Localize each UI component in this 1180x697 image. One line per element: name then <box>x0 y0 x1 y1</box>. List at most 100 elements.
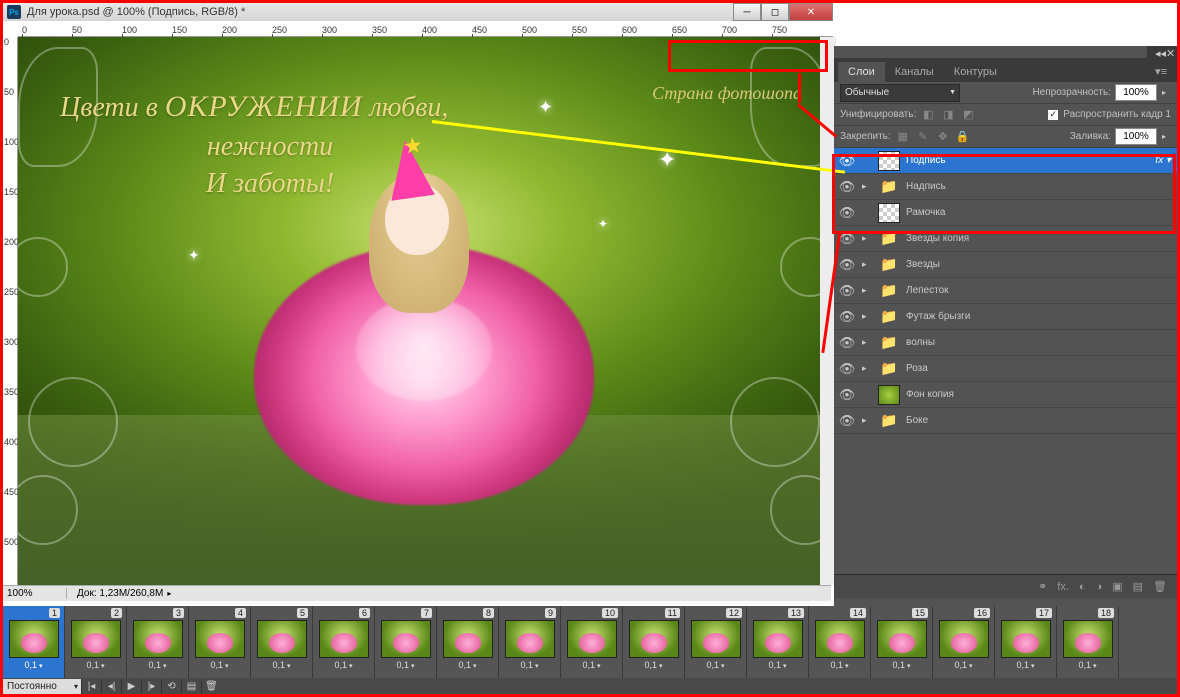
prev-frame-button[interactable]: ◂| <box>101 679 121 694</box>
delete-frame-button[interactable]: 🗑 <box>201 679 221 694</box>
animation-frame[interactable]: 140,1 <box>809 606 871 678</box>
new-layer-icon[interactable]: ▤ <box>1133 580 1143 593</box>
frame-delay[interactable]: 0,1 <box>623 660 684 670</box>
delete-layer-icon[interactable]: 🗑 <box>1153 580 1167 593</box>
animation-frame[interactable]: 100,1 <box>561 606 623 678</box>
propagate-checkbox[interactable]: ✓ <box>1047 109 1059 121</box>
frame-delay[interactable]: 0,1 <box>685 660 746 670</box>
panel-menu-icon[interactable]: ▾≡ <box>1145 61 1177 82</box>
frame-delay[interactable]: 0,1 <box>375 660 436 670</box>
expand-toggle-icon[interactable]: ▸ <box>862 337 872 348</box>
animation-frame[interactable]: 20,1 <box>65 606 127 678</box>
frame-delay[interactable]: 0,1 <box>747 660 808 670</box>
panel-collapse-icon[interactable]: ◂◂ <box>1155 47 1163 55</box>
frame-delay[interactable]: 0,1 <box>65 660 126 670</box>
panel-tabs: Слои Каналы Контуры ▾≡ <box>834 58 1177 82</box>
layer-row[interactable]: 👁▸📁Футаж брызги <box>834 304 1177 330</box>
lock-all-icon[interactable]: 🔒 <box>955 129 971 145</box>
layer-row[interactable]: 👁▸📁Боке <box>834 408 1177 434</box>
close-button[interactable]: ✕ <box>789 3 833 21</box>
layer-row[interactable]: 👁Фон копия <box>834 382 1177 408</box>
layer-row[interactable]: 👁▸📁волны <box>834 330 1177 356</box>
frame-thumbnail <box>691 620 741 658</box>
layer-row[interactable]: 👁▸📁Звезды <box>834 252 1177 278</box>
frame-thumbnail <box>629 620 679 658</box>
animation-frame[interactable]: 110,1 <box>623 606 685 678</box>
tab-paths[interactable]: Контуры <box>944 62 1007 82</box>
first-frame-button[interactable]: |◂ <box>81 679 101 694</box>
next-frame-button[interactable]: |▸ <box>141 679 161 694</box>
frame-delay[interactable]: 0,1 <box>3 660 64 670</box>
animation-frame[interactable]: 50,1 <box>251 606 313 678</box>
frame-delay[interactable]: 0,1 <box>809 660 870 670</box>
frame-thumbnail <box>71 620 121 658</box>
animation-frame[interactable]: 90,1 <box>499 606 561 678</box>
unify-visibility-icon[interactable]: ◨ <box>940 107 956 123</box>
panel-close-icon[interactable]: ✕ <box>1166 47 1174 55</box>
animation-frame[interactable]: 40,1 <box>189 606 251 678</box>
expand-toggle-icon[interactable]: ▸ <box>862 311 872 322</box>
frame-thumbnail <box>133 620 183 658</box>
animation-frame[interactable]: 10,1 <box>3 606 65 678</box>
frame-number: 4 <box>235 608 246 618</box>
animation-frame[interactable]: 70,1 <box>375 606 437 678</box>
visibility-toggle-icon[interactable]: 👁 <box>838 387 856 403</box>
photoshop-icon: Ps <box>7 5 21 19</box>
blend-mode-select[interactable]: Обычные <box>840 84 960 102</box>
lock-brush-icon[interactable]: ✎ <box>915 129 931 145</box>
animation-frame[interactable]: 80,1 <box>437 606 499 678</box>
expand-toggle-icon[interactable]: ▸ <box>862 259 872 270</box>
animation-frame[interactable]: 150,1 <box>871 606 933 678</box>
frame-delay[interactable]: 0,1 <box>933 660 994 670</box>
animation-frame[interactable]: 180,1 <box>1057 606 1119 678</box>
new-group-icon[interactable]: ▣ <box>1112 580 1122 593</box>
animation-frame[interactable]: 160,1 <box>933 606 995 678</box>
animation-frame[interactable]: 130,1 <box>747 606 809 678</box>
fill-input[interactable]: 100% <box>1115 128 1157 145</box>
frame-delay[interactable]: 0,1 <box>995 660 1056 670</box>
frame-delay[interactable]: 0,1 <box>1057 660 1118 670</box>
expand-toggle-icon[interactable]: ▸ <box>862 415 872 426</box>
zoom-level[interactable]: 100% <box>3 588 67 599</box>
play-button[interactable]: ▶ <box>121 679 141 694</box>
animation-frame[interactable]: 170,1 <box>995 606 1057 678</box>
animation-frame[interactable]: 60,1 <box>313 606 375 678</box>
minimize-button[interactable]: ─ <box>733 3 761 21</box>
unify-position-icon[interactable]: ◧ <box>920 107 936 123</box>
frame-delay[interactable]: 0,1 <box>189 660 250 670</box>
frame-delay[interactable]: 0,1 <box>127 660 188 670</box>
tab-channels[interactable]: Каналы <box>885 62 944 82</box>
annotation-layers-box <box>832 154 1176 234</box>
adjustment-layer-icon[interactable]: ◑ <box>1096 581 1103 593</box>
unify-style-icon[interactable]: ◩ <box>960 107 976 123</box>
frame-delay[interactable]: 0,1 <box>313 660 374 670</box>
layer-fx-icon[interactable]: fx. <box>1057 581 1069 593</box>
layer-row[interactable]: 👁▸📁Роза <box>834 356 1177 382</box>
frame-delay[interactable]: 0,1 <box>561 660 622 670</box>
duplicate-frame-button[interactable]: ▤ <box>181 679 201 694</box>
frame-delay[interactable]: 0,1 <box>499 660 560 670</box>
layer-thumbnail: 📁 <box>878 333 900 353</box>
loop-mode-select[interactable]: Постоянно <box>3 679 81 694</box>
lock-pixels-icon[interactable]: ▦ <box>895 129 911 145</box>
visibility-toggle-icon[interactable]: 👁 <box>838 413 856 429</box>
layer-mask-icon[interactable]: ◐ <box>1079 581 1086 593</box>
frame-number: 8 <box>483 608 494 618</box>
frame-delay[interactable]: 0,1 <box>251 660 312 670</box>
frame-number: 2 <box>111 608 122 618</box>
animation-frame[interactable]: 120,1 <box>685 606 747 678</box>
animation-frame[interactable]: 30,1 <box>127 606 189 678</box>
frame-delay[interactable]: 0,1 <box>437 660 498 670</box>
opacity-input[interactable]: 100% <box>1115 84 1157 101</box>
layer-row[interactable]: 👁▸📁Лепесток <box>834 278 1177 304</box>
expand-toggle-icon[interactable]: ▸ <box>862 285 872 296</box>
frame-delay[interactable]: 0,1 <box>871 660 932 670</box>
link-layers-icon[interactable]: ⚭ <box>1038 580 1047 593</box>
expand-toggle-icon[interactable]: ▸ <box>862 233 872 244</box>
expand-toggle-icon[interactable]: ▸ <box>862 363 872 374</box>
tween-button[interactable]: ⟲ <box>161 679 181 694</box>
document-canvas[interactable]: ★ ✦ ✦ ✦ ✦ Цвети в ОКРУЖЕНИИ любви, нежно… <box>18 37 830 585</box>
lock-position-icon[interactable]: ✥ <box>935 129 951 145</box>
maximize-button[interactable]: ◻ <box>761 3 789 21</box>
opacity-label: Непрозрачность: <box>1032 87 1111 98</box>
